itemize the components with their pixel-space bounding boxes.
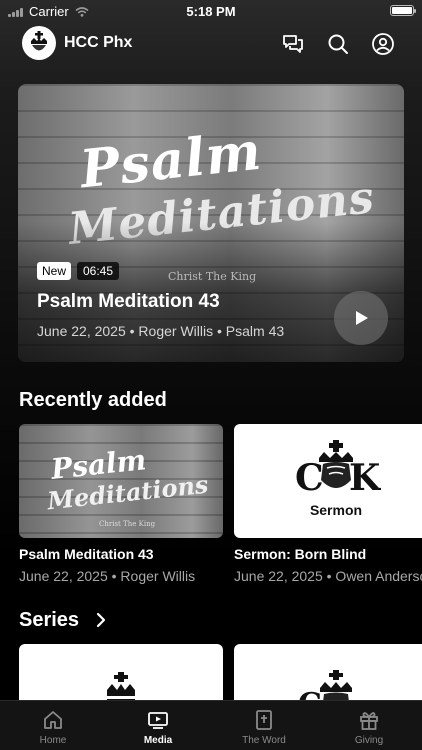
- thumb-caption: Sermon: [309, 502, 363, 518]
- media-card[interactable]: C K Sermon Sermon: Born Blind June 22, 2…: [234, 424, 422, 584]
- tab-giving[interactable]: Giving: [316, 701, 422, 750]
- media-card[interactable]: Psalm Meditations Christ The King Psalm …: [19, 424, 223, 584]
- media-thumbnail: Psalm Meditations Christ The King: [19, 424, 223, 538]
- church-logo[interactable]: [22, 26, 56, 60]
- media-title: Psalm Meditation 43: [19, 546, 154, 562]
- media-icon: [148, 712, 168, 729]
- status-bar: Carrier 5:18 PM: [0, 0, 422, 22]
- app-header: HCC Phx: [0, 26, 422, 62]
- media-title: Sermon: Born Blind: [234, 546, 367, 562]
- tab-label: The Word: [242, 735, 286, 746]
- svg-text:K: K: [349, 457, 381, 496]
- chat-icon[interactable]: [281, 32, 305, 56]
- crown-logo-icon: [31, 31, 47, 51]
- crown-lion-logo-icon: C: [298, 670, 352, 704]
- hero-watermark: Christ The King: [168, 270, 257, 283]
- app-title: HCC Phx: [64, 34, 133, 51]
- tab-home[interactable]: Home: [0, 701, 106, 750]
- media-meta: June 22, 2025 • Roger Willis: [19, 568, 196, 584]
- tab-label: Giving: [354, 735, 384, 746]
- tab-the-word[interactable]: The Word: [211, 701, 317, 750]
- tab-label: Home: [39, 735, 67, 746]
- play-icon: [356, 311, 368, 325]
- series-card[interactable]: [19, 644, 223, 704]
- gift-icon: [360, 712, 378, 730]
- recently-added-heading: Recently added: [19, 389, 167, 411]
- profile-icon[interactable]: [371, 32, 395, 56]
- play-button[interactable]: [334, 291, 388, 345]
- search-icon[interactable]: [326, 32, 350, 56]
- home-icon: [44, 711, 62, 729]
- thumb-watermark: Christ The King: [99, 520, 156, 528]
- chevron-right-icon[interactable]: [95, 612, 107, 628]
- media-thumbnail: C K Sermon: [234, 424, 422, 538]
- tab-label: Media: [143, 735, 173, 746]
- featured-media-card[interactable]: Psalm Meditations Christ The King New 06…: [18, 84, 404, 362]
- tab-media[interactable]: Media: [105, 701, 211, 750]
- hero-meta: June 22, 2025 • Roger Willis • Psalm 43: [37, 323, 285, 339]
- battery-icon: [390, 5, 416, 16]
- bible-icon: [256, 710, 272, 730]
- media-screen: Carrier 5:18 PM HCC Phx Psalm Meditation…: [0, 0, 422, 750]
- ck-logo: C K: [234, 440, 422, 496]
- hero-title: Psalm Meditation 43: [37, 291, 220, 312]
- crown-lion-logo-icon: C K: [295, 440, 381, 496]
- new-badge: New: [37, 262, 72, 280]
- duration-badge: 06:45: [77, 262, 120, 280]
- svg-text:C: C: [295, 457, 324, 496]
- series-heading[interactable]: Series: [19, 609, 79, 632]
- status-time: 5:18 PM: [186, 4, 236, 19]
- media-meta: June 22, 2025 • Owen Anderson: [234, 568, 422, 584]
- series-card[interactable]: C: [234, 644, 422, 704]
- tab-bar: Home Media The Word Giving: [0, 700, 422, 750]
